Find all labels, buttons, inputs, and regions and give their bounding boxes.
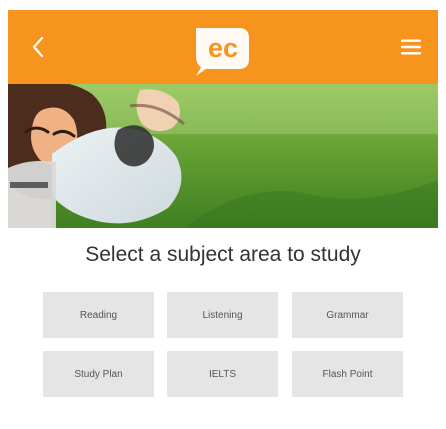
back-button[interactable] [22,30,56,64]
chevron-left-icon [32,36,44,58]
page-title: Select a subject area to study [85,243,361,266]
hero-photo [8,84,438,228]
hero-image [8,84,438,228]
subject-button-study-plan[interactable]: Study Plan [43,351,154,397]
ec-logo: ec [196,28,249,76]
app-window: ec Select a subject area to study Readin… [8,10,438,429]
hero-subject [8,84,185,228]
app-header: ec [8,10,438,84]
logo-text: ec [208,33,238,63]
menu-button[interactable] [396,32,426,62]
hamburger-menu-icon [401,39,421,55]
subject-button-flash-point[interactable]: Flash Point [292,351,403,397]
subject-button-grammar[interactable]: Grammar [292,292,403,338]
subject-button-reading[interactable]: Reading [43,292,154,338]
subject-button-ielts[interactable]: IELTS [167,351,278,397]
subject-button-listening[interactable]: Listening [167,292,278,338]
